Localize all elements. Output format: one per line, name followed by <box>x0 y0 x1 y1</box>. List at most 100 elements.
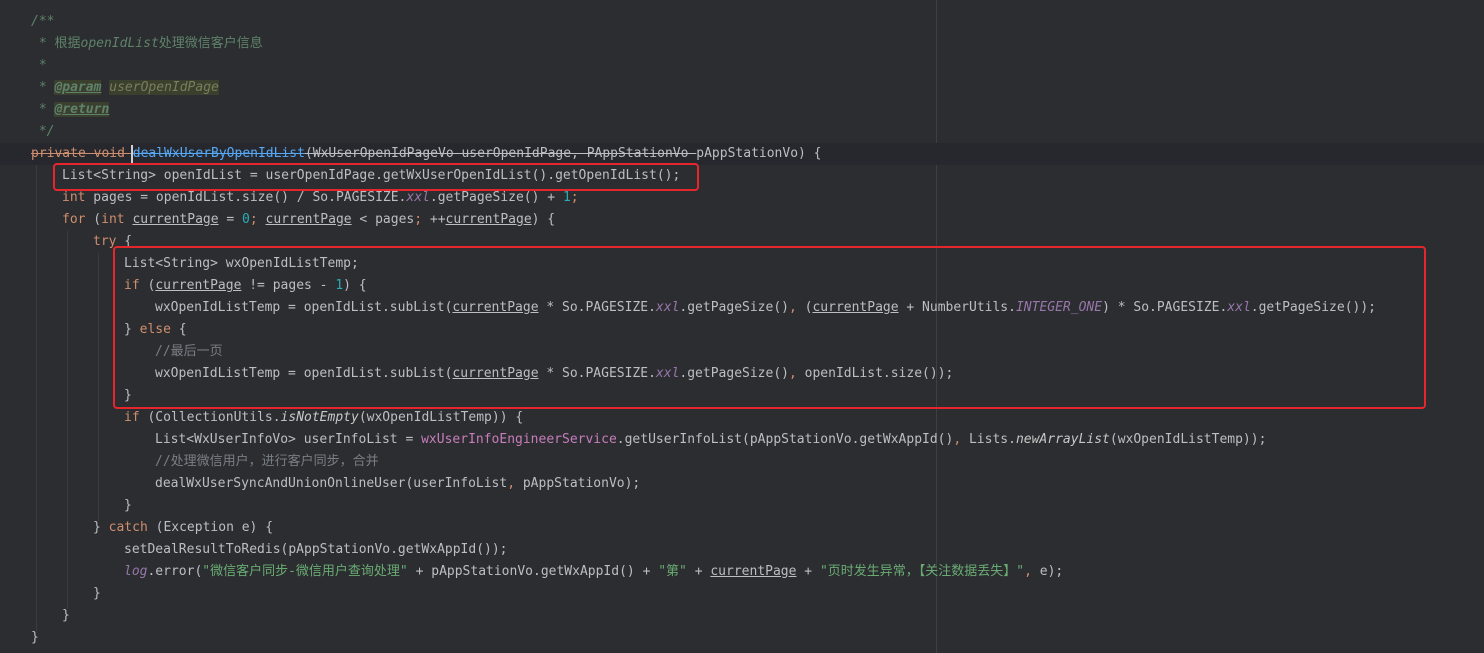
code-token: * <box>31 58 47 73</box>
code-line[interactable]: if (CollectionUtils.isNotEmpty(wxOpenIdL… <box>0 407 1484 429</box>
code-token: , <box>1024 564 1040 579</box>
code-line-content: /** <box>31 11 54 33</box>
code-token: "页时发生异常，【关注数据丢失】" <box>819 564 1025 579</box>
code-token: ++ <box>429 212 446 227</box>
code-token: dealWxUserByOpenIdList <box>132 146 305 161</box>
code-token: currentPage <box>132 212 219 227</box>
code-token: @param <box>54 80 102 95</box>
code-token: ) { <box>531 212 556 227</box>
code-token: ; <box>570 190 579 205</box>
code-token: (Exception e) { <box>147 520 274 535</box>
code-token: } <box>31 630 39 645</box>
code-token: (wxOpenIdListTemp)); <box>1109 432 1267 447</box>
code-line-content: List<WxUserInfoVo> userInfoList = wxUser… <box>155 429 1266 451</box>
code-token: "微信客户同步-微信用户查询处理" <box>202 564 408 579</box>
code-line[interactable]: * <box>0 55 1484 77</box>
code-token: + <box>686 564 711 579</box>
code-line[interactable]: private void dealWxUserByOpenIdList(WxUs… <box>0 143 1484 165</box>
code-line[interactable]: * @return <box>0 99 1484 121</box>
code-token: ( <box>85 212 102 227</box>
code-line[interactable]: /** <box>0 11 1484 33</box>
code-line-content: */ <box>31 121 55 143</box>
code-token: , <box>953 432 969 447</box>
code-token: Lists. <box>968 432 1016 447</box>
code-line-content: //处理微信用户，进行客户同步，合并 <box>155 451 379 473</box>
code-line-content: setDealResultToRedis(pAppStationVo.getWx… <box>124 539 508 561</box>
code-token: private void <box>31 146 133 161</box>
code-token: pAppStationVo) { <box>696 146 822 161</box>
code-token: wxUserInfoEngineerService <box>421 432 617 447</box>
code-token: } <box>93 586 101 601</box>
code-line-content: } <box>124 495 132 517</box>
code-line[interactable]: setDealResultToRedis(pAppStationVo.getWx… <box>0 539 1484 561</box>
code-line[interactable]: */ <box>0 121 1484 143</box>
code-token: xxl <box>406 190 430 205</box>
code-token: setDealResultToRedis(pAppStationVo.getWx… <box>124 542 508 557</box>
code-line[interactable]: dealWxUserSyncAndUnionOnlineUser(userInf… <box>0 473 1484 495</box>
code-token: } <box>62 608 70 623</box>
code-token: } <box>124 498 132 513</box>
code-token: + <box>796 564 820 579</box>
code-token: List<WxUserInfoVo> userInfoList = <box>155 432 422 447</box>
code-token: openIdList <box>80 36 159 51</box>
code-line-content: dealWxUserSyncAndUnionOnlineUser(userInf… <box>155 473 640 495</box>
code-token: 处理微信客户信息 <box>158 36 263 51</box>
code-line-content: * @return <box>31 99 110 121</box>
code-line[interactable]: * 根据openIdList处理微信客户信息 <box>0 33 1484 55</box>
code-line[interactable]: log.error("微信客户同步-微信用户查询处理" + pAppStatio… <box>0 561 1484 583</box>
code-line[interactable]: for (int currentPage = 0; currentPage < … <box>0 209 1484 231</box>
code-token: (wxOpenIdListTemp)) { <box>358 410 524 425</box>
code-token: < pages <box>351 212 415 227</box>
code-token: = <box>218 212 243 227</box>
code-token: //处理微信用户，进行客户同步，合并 <box>155 454 379 469</box>
code-line-content: } <box>93 583 101 605</box>
text-caret <box>131 145 133 163</box>
code-token: (WxUserOpenIdPageVo userOpenIdPage, PApp… <box>304 146 697 161</box>
code-token: * <box>31 102 55 117</box>
code-token: for <box>62 212 86 227</box>
code-token: log <box>124 564 148 579</box>
code-token: + pAppStationVo.getWxAppId() + <box>407 564 659 579</box>
code-token: @return <box>54 102 110 117</box>
code-line-content: } <box>62 605 70 627</box>
code-line[interactable]: } <box>0 605 1484 627</box>
code-line-content: * 根据openIdList处理微信客户信息 <box>31 33 263 55</box>
code-token: , <box>507 476 523 491</box>
code-token: .getUserInfoList(pAppStationVo.getWxAppI… <box>616 432 954 447</box>
highlight-box-openidlist <box>53 163 699 191</box>
code-token: (CollectionUtils. <box>139 410 281 425</box>
code-token: currentPage <box>265 212 352 227</box>
code-token: int <box>101 212 125 227</box>
code-token: .error( <box>147 564 203 579</box>
code-token: 0 <box>242 212 250 227</box>
code-token: pAppStationVo); <box>522 476 641 491</box>
code-token: ; <box>249 212 266 227</box>
code-line-content: private void dealWxUserByOpenIdList(WxUs… <box>31 143 822 165</box>
code-token: "第" <box>658 564 687 579</box>
code-line[interactable]: } <box>0 495 1484 517</box>
code-token: * <box>31 80 55 95</box>
code-token: * <box>31 36 55 51</box>
highlight-box-sublist <box>113 246 1426 409</box>
code-line-content: } catch (Exception e) { <box>93 517 273 539</box>
code-line-content: log.error("微信客户同步-微信用户查询处理" + pAppStatio… <box>124 561 1063 583</box>
code-line-content: for (int currentPage = 0; currentPage < … <box>62 209 555 231</box>
code-token: newArrayList <box>1015 432 1110 447</box>
code-line[interactable]: List<WxUserInfoVo> userInfoList = wxUser… <box>0 429 1484 451</box>
code-token: currentPage <box>710 564 797 579</box>
code-token: 1 <box>562 190 571 205</box>
code-token: catch <box>108 520 148 535</box>
code-line[interactable]: } <box>0 583 1484 605</box>
code-token: */ <box>31 124 55 139</box>
code-token: } <box>93 520 109 535</box>
code-line[interactable]: } catch (Exception e) { <box>0 517 1484 539</box>
code-line-content: if (CollectionUtils.isNotEmpty(wxOpenIdL… <box>124 407 523 429</box>
code-token: e); <box>1039 564 1064 579</box>
code-line[interactable]: } <box>0 627 1484 649</box>
code-token: currentPage <box>445 212 532 227</box>
code-line-content: * <box>31 55 47 77</box>
code-line[interactable]: * @param userOpenIdPage <box>0 77 1484 99</box>
code-editor[interactable]: /** * 根据openIdList处理微信客户信息 * * @param us… <box>0 0 1484 653</box>
code-token: int <box>62 190 86 205</box>
code-line[interactable]: //处理微信用户，进行客户同步，合并 <box>0 451 1484 473</box>
